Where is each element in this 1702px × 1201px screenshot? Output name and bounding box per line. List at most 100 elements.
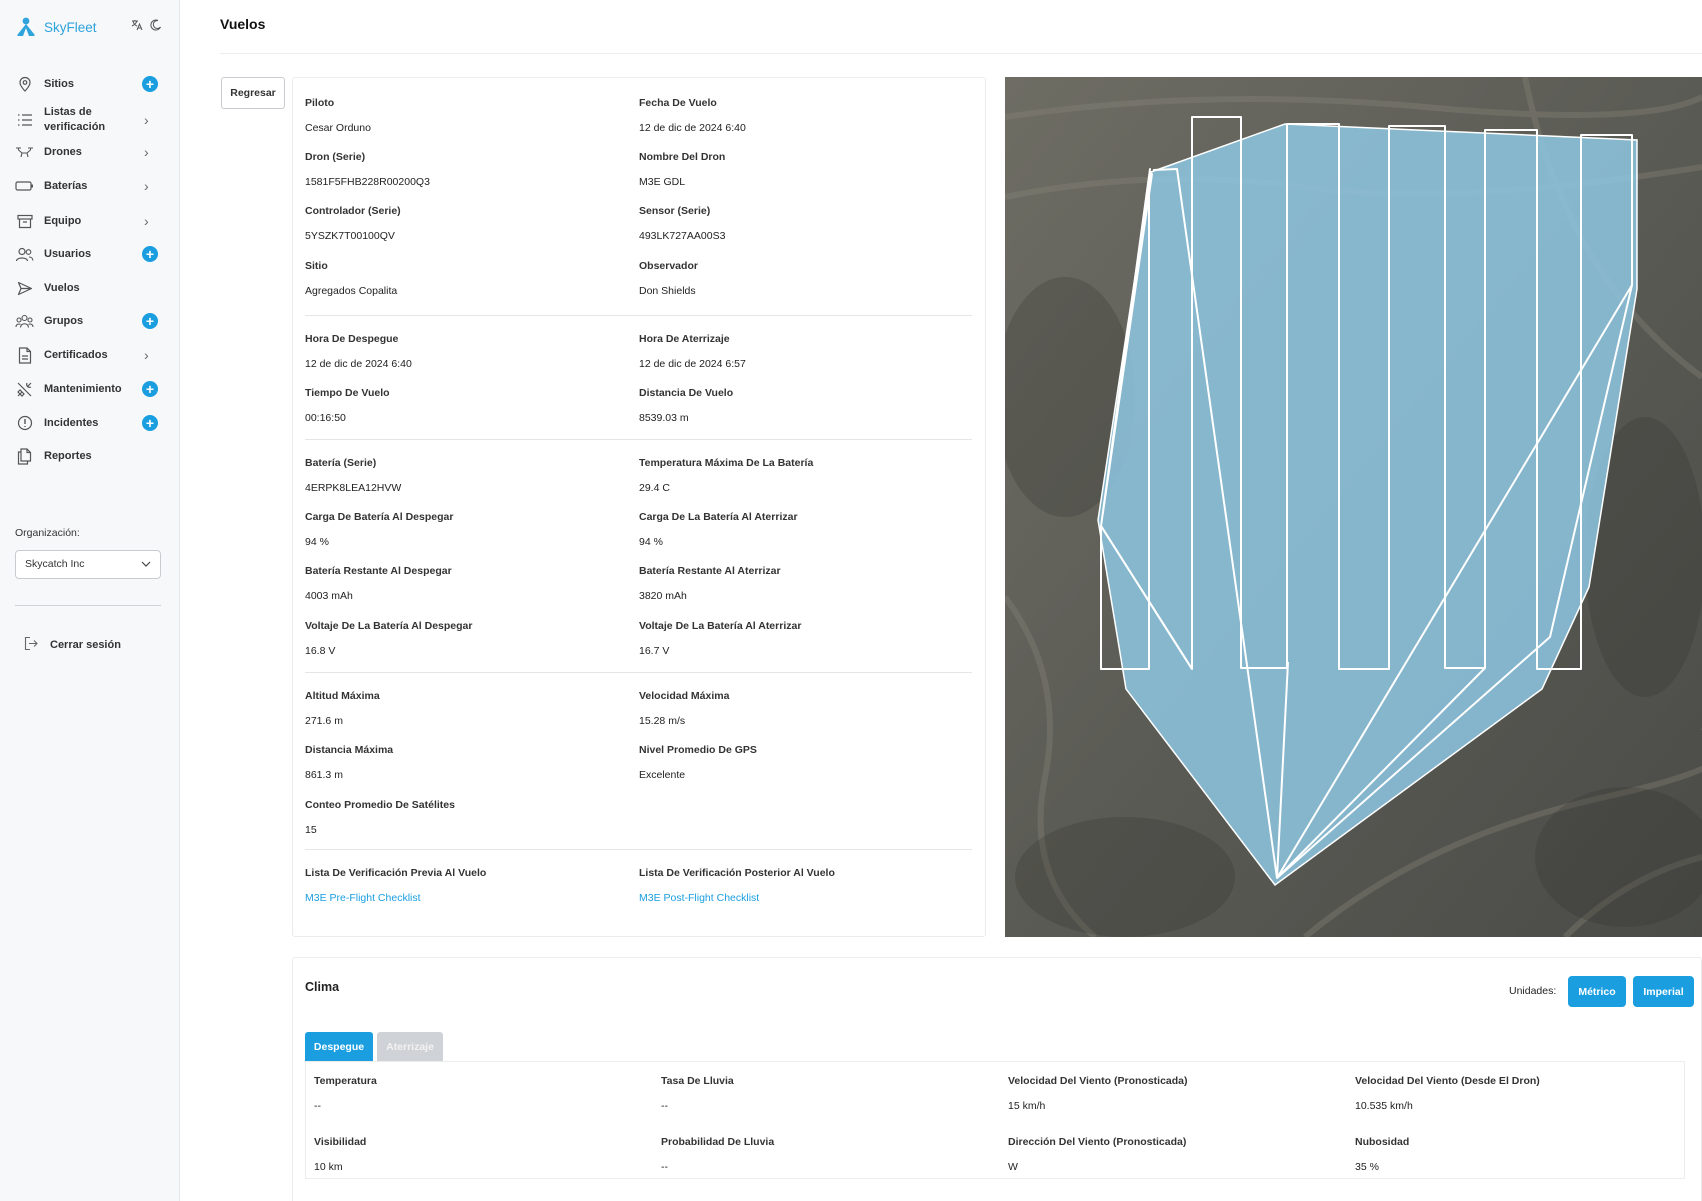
field-observador: Observador Don Shields bbox=[639, 260, 698, 297]
battery-icon bbox=[15, 177, 34, 196]
field-value: Cesar Orduno bbox=[305, 122, 371, 134]
drone-icon bbox=[15, 143, 34, 162]
field-viento-dron: Velocidad Del Viento (Desde El Dron) 10.… bbox=[1355, 1075, 1540, 1112]
field-tiempo-vuelo: Tiempo De Vuelo 00:16:50 bbox=[305, 387, 390, 424]
field-value: 1581F5FHB228R00200Q3 bbox=[305, 176, 430, 188]
sidebar-item-equipo[interactable]: Equipo › bbox=[0, 211, 180, 231]
field-distancia-vuelo: Distancia De Vuelo 8539.03 m bbox=[639, 387, 733, 424]
field-fecha-vuelo: Fecha De Vuelo 12 de dic de 2024 6:40 bbox=[639, 97, 746, 134]
field-value: M3E GDL bbox=[639, 176, 686, 188]
field-label: Temperatura bbox=[314, 1075, 377, 1087]
organization-label: Organización: bbox=[15, 527, 80, 539]
field-sitio: Sitio Agregados Copalita bbox=[305, 260, 397, 297]
field-restante-despegar: Batería Restante Al Despegar 4003 mAh bbox=[305, 565, 452, 602]
metric-button[interactable]: Métrico bbox=[1568, 976, 1626, 1007]
logout-label: Cerrar sesión bbox=[50, 639, 121, 651]
sidebar-item-incidentes[interactable]: Incidentes + bbox=[0, 413, 180, 433]
field-altitud-max: Altitud Máxima 271.6 m bbox=[305, 690, 380, 727]
field-hora-despegue: Hora De Despegue 12 de dic de 2024 6:40 bbox=[305, 333, 412, 370]
field-label: Visibilidad bbox=[314, 1136, 367, 1148]
send-icon bbox=[15, 279, 34, 298]
field-checklist-posterior: Lista De Verificación Posterior Al Vuelo… bbox=[639, 867, 835, 904]
field-label: Carga De La Batería Al Aterrizar bbox=[639, 511, 798, 523]
pre-flight-checklist-link[interactable]: M3E Pre-Flight Checklist bbox=[305, 892, 421, 904]
add-group-button[interactable]: + bbox=[142, 313, 158, 329]
field-sensor: Sensor (Serie) 493LK727AA00S3 bbox=[639, 205, 725, 242]
chevron-down-icon bbox=[141, 551, 151, 589]
field-label: Hora De Despegue bbox=[305, 333, 399, 345]
field-piloto: Piloto Cesar Orduno bbox=[305, 97, 371, 134]
translate-icon[interactable] bbox=[131, 19, 143, 34]
field-label: Piloto bbox=[305, 97, 335, 109]
field-value: 12 de dic de 2024 6:40 bbox=[639, 122, 746, 134]
logout-button[interactable]: Cerrar sesión bbox=[24, 636, 121, 654]
add-user-button[interactable]: + bbox=[142, 246, 158, 262]
brand-logo[interactable]: SkyFleet bbox=[14, 14, 97, 40]
sidebar-item-checklists[interactable]: Listas de verificación › bbox=[0, 102, 180, 138]
field-label: Tiempo De Vuelo bbox=[305, 387, 390, 399]
sidebar-item-label: Baterías bbox=[44, 179, 88, 192]
field-value: 5YSZK7T00100QV bbox=[305, 230, 395, 242]
sidebar: SkyFleet Sitios + Listas de verificación… bbox=[0, 0, 180, 1201]
chevron-right-icon: › bbox=[144, 144, 149, 160]
field-value: 12 de dic de 2024 6:57 bbox=[639, 358, 746, 370]
field-value: Don Shields bbox=[639, 285, 696, 297]
imperial-button[interactable]: Imperial bbox=[1633, 976, 1694, 1007]
field-nombre-dron: Nombre Del Dron M3E GDL bbox=[639, 151, 725, 188]
add-incident-button[interactable]: + bbox=[142, 415, 158, 431]
field-carga-despegar: Carga De Batería Al Despegar 94 % bbox=[305, 511, 453, 548]
field-label: Voltaje De La Batería Al Aterrizar bbox=[639, 620, 802, 632]
field-value: 94 % bbox=[305, 536, 329, 548]
sidebar-item-label: Usuarios bbox=[44, 247, 92, 260]
field-value: -- bbox=[661, 1100, 668, 1112]
back-button[interactable]: Regresar bbox=[221, 77, 285, 109]
field-label: Dron (Serie) bbox=[305, 151, 366, 163]
list-icon bbox=[15, 111, 34, 130]
field-value: W bbox=[1008, 1161, 1018, 1173]
tab-takeoff[interactable]: Despegue bbox=[305, 1032, 373, 1061]
satellite-map-image bbox=[1005, 77, 1702, 937]
sidebar-item-drones[interactable]: Drones › bbox=[0, 142, 180, 162]
field-satelites: Conteo Promedio De Satélites 15 bbox=[305, 799, 455, 836]
organization-select[interactable]: Skycatch Inc bbox=[15, 550, 161, 579]
sidebar-item-certificados[interactable]: Certificados › bbox=[0, 345, 180, 365]
field-label: Altitud Máxima bbox=[305, 690, 380, 702]
field-voltaje-despegar: Voltaje De La Batería Al Despegar 16.8 V bbox=[305, 620, 472, 657]
add-site-button[interactable]: + bbox=[142, 76, 158, 92]
sidebar-item-mantenimiento[interactable]: Mantenimiento + bbox=[0, 379, 180, 399]
sidebar-item-baterias[interactable]: Baterías › bbox=[0, 176, 180, 196]
field-label: Carga De Batería Al Despegar bbox=[305, 511, 454, 523]
flight-map[interactable] bbox=[1005, 77, 1702, 937]
field-label: Conteo Promedio De Satélites bbox=[305, 799, 455, 811]
files-icon bbox=[15, 447, 34, 466]
field-temperatura: Temperatura -- bbox=[314, 1075, 377, 1112]
chevron-right-icon: › bbox=[144, 347, 149, 363]
post-flight-checklist-link[interactable]: M3E Post-Flight Checklist bbox=[639, 892, 759, 904]
sidebar-item-reportes[interactable]: Reportes bbox=[0, 446, 180, 466]
sidebar-item-sitios[interactable]: Sitios + bbox=[0, 74, 180, 94]
sidebar-item-label: Grupos bbox=[44, 314, 84, 327]
field-direccion-viento: Dirección Del Viento (Pronosticada) W bbox=[1008, 1136, 1186, 1173]
sidebar-item-grupos[interactable]: Grupos + bbox=[0, 311, 180, 331]
field-value: 3820 mAh bbox=[639, 590, 687, 602]
field-voltaje-aterrizar: Voltaje De La Batería Al Aterrizar 16.7 … bbox=[639, 620, 801, 657]
field-label: Batería Restante Al Aterrizar bbox=[639, 565, 781, 577]
sidebar-item-label: Certificados bbox=[44, 348, 108, 361]
field-label: Sensor (Serie) bbox=[639, 205, 711, 217]
field-label: Fecha De Vuelo bbox=[639, 97, 717, 109]
moon-icon[interactable] bbox=[150, 19, 162, 34]
sidebar-item-vuelos[interactable]: Vuelos bbox=[0, 278, 180, 298]
sidebar-item-usuarios[interactable]: Usuarios + bbox=[0, 244, 180, 264]
add-maintenance-button[interactable]: + bbox=[142, 381, 158, 397]
sidebar-item-label: Mantenimiento bbox=[44, 382, 122, 395]
archive-icon bbox=[15, 212, 34, 231]
alert-circle-icon bbox=[15, 414, 34, 433]
field-label: Distancia De Vuelo bbox=[639, 387, 734, 399]
field-value: 16.7 V bbox=[639, 645, 670, 657]
field-checklist-previa: Lista De Verificación Previa Al Vuelo M3… bbox=[305, 867, 486, 904]
tab-landing[interactable]: Aterrizaje bbox=[377, 1032, 443, 1061]
title-divider bbox=[220, 53, 1702, 54]
field-velocidad-max: Velocidad Máxima 15.28 m/s bbox=[639, 690, 729, 727]
chevron-right-icon: › bbox=[144, 213, 149, 229]
field-restante-aterrizar: Batería Restante Al Aterrizar 3820 mAh bbox=[639, 565, 781, 602]
